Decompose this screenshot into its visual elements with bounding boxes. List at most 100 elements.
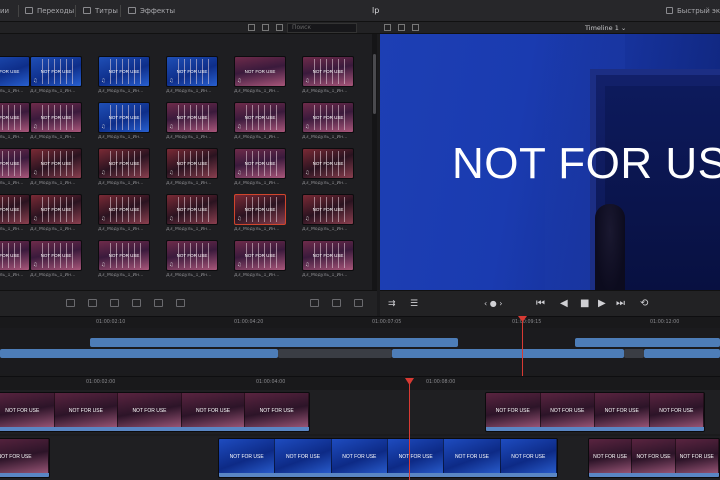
clip-watermark-text: NOT FOR USE	[68, 408, 103, 414]
timeline-clip[interactable]: NOT FOR USE	[0, 438, 50, 478]
sub-toolbar: Поиск Timeline 1 ⌄	[0, 22, 720, 34]
overview-clip[interactable]	[624, 349, 644, 358]
overview-clip[interactable]	[90, 338, 458, 347]
media-pool-scrollbar[interactable]	[372, 34, 377, 290]
audio-icon: ♫	[305, 262, 310, 268]
timeline-clip[interactable]: NOT FOR USE NOT FOR USE NOT FOR USE NOT FOR…	[218, 438, 558, 478]
media-pool-clip[interactable]: NOT FOR USE♫	[0, 102, 30, 133]
media-pool-clip[interactable]: NOT FOR USE♫	[30, 240, 82, 271]
marker-icon[interactable]	[88, 299, 97, 307]
image-wipe-icon[interactable]	[412, 24, 419, 31]
link-icon[interactable]	[110, 299, 119, 307]
media-pool-clip[interactable]: NOT FOR USE♫	[0, 194, 30, 225]
clip-filmstrip: NOT FOR USE NOT FOR USE NOT FOR USE	[589, 439, 719, 475]
transitions-button[interactable]: Переходы	[25, 0, 74, 22]
media-pool-clip[interactable]: NOT FOR USE♫	[0, 240, 30, 271]
clip-watermark-text: NOT FOR USE	[398, 454, 433, 460]
media-pool-clip[interactable]: NOT FOR USE♫	[30, 148, 82, 179]
media-pool-clip[interactable]: NOT FOR USE♫	[98, 240, 150, 271]
media-pool-clip[interactable]: NOT FOR USE♫	[302, 194, 354, 225]
go-to-start-button[interactable]: ⏮	[536, 297, 545, 311]
media-pool-clip[interactable]: NOT FOR USE♫	[302, 102, 354, 133]
media-pool-clip[interactable]: NOT FOR USE♫	[98, 102, 150, 133]
media-pool-clip[interactable]: NOT FOR USE♫	[166, 194, 218, 225]
replace-icon[interactable]	[154, 299, 163, 307]
media-pool-menu-label[interactable]: ии	[0, 0, 9, 22]
media-pool-clip[interactable]: NOT FOR USE♫	[30, 56, 82, 87]
media-pool-clip[interactable]: NOT FOR USE♫	[234, 240, 286, 271]
media-pool-clip[interactable]: NOT FOR USE♫	[98, 194, 150, 225]
overview-clip[interactable]	[575, 338, 720, 347]
titles-button[interactable]: Титры	[83, 0, 118, 22]
media-pool-clip[interactable]: NOT FOR USE♫	[302, 56, 354, 87]
loop-button[interactable]: ⟲	[640, 297, 648, 311]
timeline-clip[interactable]: NOT FOR USE NOT FOR USE NOT FOR USE	[588, 438, 720, 478]
overview-clip[interactable]	[0, 349, 278, 358]
timeline-selector[interactable]: Timeline 1 ⌄	[585, 22, 626, 34]
person-icon[interactable]	[132, 299, 141, 307]
timeline-viewer[interactable]: NOT FOR USE	[380, 34, 720, 290]
export-icon	[666, 7, 673, 14]
media-pool-clip[interactable]: NOT FOR USE♫	[166, 102, 218, 133]
ruler-timecode: 01:00:04:20	[234, 320, 264, 325]
stop-button[interactable]: ■	[580, 297, 589, 311]
scrollbar-thumb[interactable]	[373, 54, 376, 114]
media-pool-clip[interactable]: NOT FOR USE♫	[0, 148, 30, 179]
clip-footer-bar	[219, 473, 557, 477]
clip-frame: NOT FOR USE	[118, 393, 182, 429]
play-button[interactable]: ▶	[598, 297, 606, 311]
media-pool-clip[interactable]: NOT FOR USE♫	[302, 148, 354, 179]
media-pool-clip[interactable]: NOT FOR USE♫	[234, 102, 286, 133]
viewer-mode-icon[interactable]	[384, 24, 391, 31]
overview-clip[interactable]	[278, 349, 392, 358]
media-pool-clip[interactable]: NOT FOR USE♫	[0, 56, 30, 87]
clip-name-label: ДЗ_Модуль_1_Ин...	[302, 181, 348, 186]
effects-button[interactable]: Эффекты	[128, 0, 175, 22]
upper-playhead-line[interactable]	[522, 316, 523, 376]
media-pool-clip[interactable]: NOT FOR USE♫	[234, 194, 286, 225]
grid-view-icon[interactable]	[248, 24, 255, 31]
search-input[interactable]: Поиск	[287, 23, 357, 33]
media-pool-clip[interactable]: NOT FOR USE♫	[98, 148, 150, 179]
timeline-clip[interactable]: NOT FOR USE NOT FOR USE NOT FOR USE NOT FOR…	[0, 392, 310, 432]
clip-frame: NOT FOR USE	[0, 393, 55, 429]
filmstrip-icon[interactable]	[354, 299, 363, 307]
media-pool-clip[interactable]: NOT FOR USE♫	[30, 194, 82, 225]
audio-icon: ♫	[237, 262, 242, 268]
overview-clip[interactable]	[392, 349, 624, 358]
media-pool-clip[interactable]: NOT FOR USE♫	[302, 240, 354, 271]
timeline-clip[interactable]: NOT FOR USE NOT FOR USE NOT FOR USE NOT FOR…	[485, 392, 705, 432]
safe-area-icon[interactable]	[398, 24, 405, 31]
media-pool-clip[interactable]: NOT FOR USE♫	[234, 56, 286, 87]
overview-clip[interactable]	[644, 349, 720, 358]
upper-timeline-ruler[interactable]: 01:00:02:10 01:00:04:20 01:00:07:05 01:0…	[0, 316, 720, 328]
clip-frame: NOT FOR USE	[444, 439, 501, 475]
play-reverse-button[interactable]: ◀	[560, 297, 568, 311]
media-pool-clip[interactable]: NOT FOR USE♫	[234, 148, 286, 179]
media-pool-clip[interactable]: NOT FOR USE♫	[166, 56, 218, 87]
settings-sliders-icon[interactable]: ☰	[410, 297, 418, 311]
clip-filmstrip: NOT FOR USE NOT FOR USE NOT FOR USE NOT FOR…	[486, 393, 704, 429]
sort-icon[interactable]	[276, 24, 283, 31]
go-to-end-button[interactable]: ⏭	[616, 297, 625, 311]
jog-control[interactable]: ‹ ● ›	[484, 297, 502, 311]
lower-playhead-line[interactable]	[409, 378, 410, 480]
list-icon[interactable]	[310, 299, 319, 307]
media-pool-clip[interactable]: NOT FOR USE♫	[166, 240, 218, 271]
lower-timeline-ruler[interactable]: 01:00:02:00 01:00:04:00 01:00:08:00	[0, 376, 720, 390]
media-pool-clip[interactable]: NOT FOR USE♫	[166, 148, 218, 179]
clip-name-label: ДЗ_Модуль_1_Ин...	[234, 181, 280, 186]
media-pool-clip[interactable]: NOT FOR USE♫	[30, 102, 82, 133]
media-pool-clip[interactable]: NOT FOR USE♫	[98, 56, 150, 87]
list-view-icon[interactable]	[262, 24, 269, 31]
quick-export-button[interactable]: Быстрый экс	[666, 0, 720, 22]
clip-frame: NOT FOR USE	[54, 393, 119, 429]
insert-icon[interactable]	[176, 299, 185, 307]
thumbnail-icon[interactable]	[332, 299, 341, 307]
match-frame-icon[interactable]: ⇉	[388, 297, 396, 311]
clip-name-label: ДЗ_Модуль_1_Ин...	[98, 135, 144, 140]
clip-name-label: ДЗ_Модуль_1_Ин...	[302, 135, 348, 140]
clip-frame: NOT FOR USE	[181, 393, 246, 429]
flag-icon[interactable]	[66, 299, 75, 307]
media-pool-footer	[0, 290, 377, 316]
